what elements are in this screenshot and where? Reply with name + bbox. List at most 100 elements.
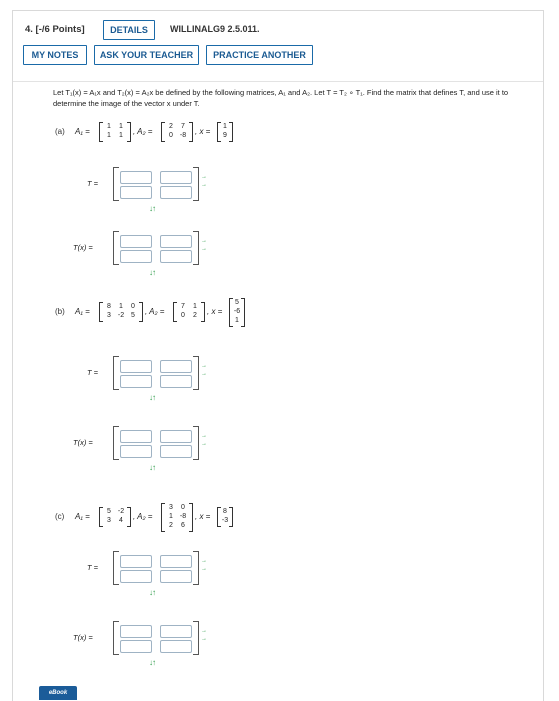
matrix-a2: 2 7 0 -8 xyxy=(161,122,193,142)
a2-label: , A₂ = xyxy=(145,307,165,316)
matrix-entry: 1 xyxy=(107,132,111,139)
matrix-input-cell[interactable] xyxy=(120,430,152,443)
matrix-input-cell[interactable] xyxy=(160,250,192,263)
matrix-entry: 0 xyxy=(169,132,173,139)
matrix-entry: 0 xyxy=(181,312,185,319)
part-label: (b) xyxy=(55,307,65,316)
matrix-input-cell[interactable] xyxy=(120,250,152,263)
matrix-entry: 3 xyxy=(169,503,173,511)
matrix-entry: 2 xyxy=(193,312,197,319)
matrix-input-cell[interactable] xyxy=(160,640,192,653)
question-card: 4. [-/6 Points] DETAILS WILLINALG9 2.5.0… xyxy=(12,10,544,701)
matrix-input-cell[interactable] xyxy=(120,555,152,568)
add-row-icon[interactable]: ↓↑ xyxy=(149,204,156,213)
vector-entry: 1 xyxy=(235,316,239,324)
ask-teacher-button[interactable]: ASK YOUR TEACHER xyxy=(94,45,199,65)
add-row-icon[interactable]: ↓↑ xyxy=(149,463,156,472)
t-label: T = xyxy=(87,179,99,188)
matrix-a1: 5 -2 3 4 xyxy=(99,507,131,527)
matrix-input-cell[interactable] xyxy=(120,375,152,388)
add-row-icon[interactable]: ↓↑ xyxy=(149,393,156,402)
matrix-entry: 1 xyxy=(169,512,173,520)
practice-another-button[interactable]: PRACTICE ANOTHER xyxy=(206,45,313,65)
details-button[interactable]: DETAILS xyxy=(103,20,155,40)
matrix-entry: -2 xyxy=(117,508,125,515)
a1-label: A₁ = xyxy=(75,307,90,316)
tx-label: T(x) = xyxy=(73,633,93,642)
vector-entry: -3 xyxy=(221,517,229,524)
answer-matrix xyxy=(113,551,199,585)
add-column-icon[interactable]: → → xyxy=(201,627,207,645)
matrix-input-cell[interactable] xyxy=(120,640,152,653)
vector-x: 8 -3 xyxy=(217,507,233,527)
matrix-input-cell[interactable] xyxy=(120,625,152,638)
matrix-input-cell[interactable] xyxy=(160,430,192,443)
answer-matrix xyxy=(113,167,199,201)
matrix-entry: 3 xyxy=(107,312,111,319)
answer-matrix xyxy=(113,231,199,265)
add-row-icon[interactable]: ↓↑ xyxy=(149,658,156,667)
vector-entry: 5 xyxy=(235,298,239,306)
question-intro: Let T₁(x) = A₁x and T₂(x) = A₂x be defin… xyxy=(53,88,509,108)
matrix-input-cell[interactable] xyxy=(160,625,192,638)
matrix-input-cell[interactable] xyxy=(120,360,152,373)
matrix-input-cell[interactable] xyxy=(160,186,192,199)
part-label: (c) xyxy=(55,512,65,521)
matrix-input-cell[interactable] xyxy=(120,570,152,583)
matrix-entry: 4 xyxy=(119,517,123,524)
tx-label: T(x) = xyxy=(73,243,93,252)
matrix-input-cell[interactable] xyxy=(160,360,192,373)
matrix-a2: 3 0 1 -8 2 6 xyxy=(161,502,193,532)
matrix-entry: -8 xyxy=(179,512,187,520)
a1-label: A₁ = xyxy=(75,512,90,521)
x-label: , x = xyxy=(195,512,211,521)
matrix-entry: 1 xyxy=(107,123,111,130)
answer-matrix xyxy=(113,356,199,390)
matrix-entry: -8 xyxy=(179,132,187,139)
matrix-input-cell[interactable] xyxy=(120,445,152,458)
matrix-a2: 7 1 0 2 xyxy=(173,302,205,322)
x-label: , x = xyxy=(195,127,211,136)
add-row-icon[interactable]: ↓↑ xyxy=(149,588,156,597)
question-body: Let T₁(x) = A₁x and T₂(x) = A₂x be defin… xyxy=(13,81,543,701)
matrix-entry: 1 xyxy=(193,303,197,310)
answer-matrix xyxy=(113,621,199,655)
matrix-input-cell[interactable] xyxy=(120,171,152,184)
matrix-input-cell[interactable] xyxy=(160,171,192,184)
vector-entry: -6 xyxy=(233,307,241,315)
add-column-icon[interactable]: → → xyxy=(201,557,207,575)
add-column-icon[interactable]: → → xyxy=(201,432,207,450)
add-row-icon[interactable]: ↓↑ xyxy=(149,268,156,277)
matrix-entry: 0 xyxy=(181,503,185,511)
a2-label: , A₂ = xyxy=(133,127,153,136)
vector-entry: 1 xyxy=(223,123,227,130)
matrix-entry: 0 xyxy=(131,303,135,310)
matrix-input-cell[interactable] xyxy=(160,555,192,568)
my-notes-button[interactable]: MY NOTES xyxy=(23,45,87,65)
add-column-icon[interactable]: → → xyxy=(201,237,207,255)
matrix-input-cell[interactable] xyxy=(120,186,152,199)
matrix-entry: 8 xyxy=(107,303,111,310)
vector-entry: 9 xyxy=(223,132,227,139)
ebook-button[interactable]: eBook xyxy=(39,686,77,700)
matrix-entry: 2 xyxy=(169,521,173,529)
matrix-entry: 1 xyxy=(119,123,123,130)
x-label: , x = xyxy=(207,307,223,316)
t-label: T = xyxy=(87,368,99,377)
matrix-a1: 1 1 1 1 xyxy=(99,122,131,142)
vector-x: 19 xyxy=(217,122,233,142)
matrix-input-cell[interactable] xyxy=(160,235,192,248)
matrix-input-cell[interactable] xyxy=(160,445,192,458)
matrix-entry: 5 xyxy=(131,312,135,319)
matrix-input-cell[interactable] xyxy=(120,235,152,248)
matrix-entry: 7 xyxy=(181,123,185,130)
answer-matrix xyxy=(113,426,199,460)
matrix-input-cell[interactable] xyxy=(160,375,192,388)
a1-label: A₁ = xyxy=(75,127,90,136)
matrix-input-cell[interactable] xyxy=(160,570,192,583)
matrix-entry: 2 xyxy=(169,123,173,130)
add-column-icon[interactable]: → → xyxy=(201,173,207,191)
vector-entry: 8 xyxy=(223,508,227,515)
add-column-icon[interactable]: → → xyxy=(201,362,207,380)
matrix-entry: 3 xyxy=(107,517,111,524)
